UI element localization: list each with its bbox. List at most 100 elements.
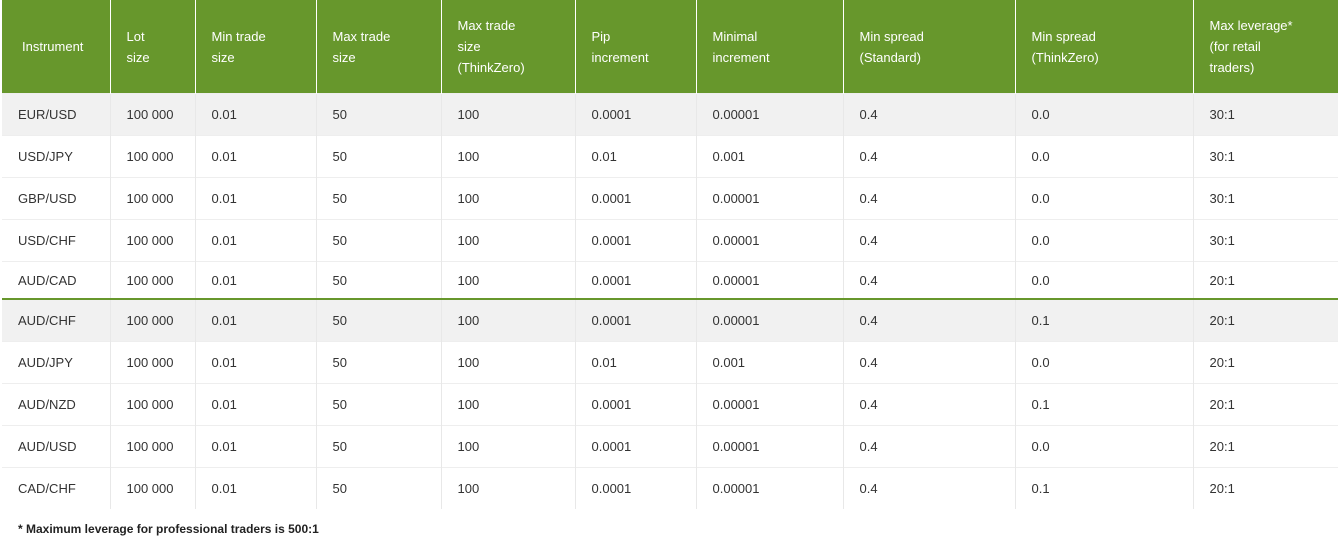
cell-max-trade-size: 50 (316, 341, 442, 384)
cell-min-spread-standard: 0.4 (843, 383, 1016, 426)
cell-max-trade-size-thinkzero: 100 (441, 93, 576, 136)
cell-min-trade-size: 0.01 (195, 383, 317, 426)
cell-minimal-increment: 0.001 (696, 341, 844, 384)
cell-min-spread-standard: 0.4 (843, 298, 1016, 342)
cell-lot-size: 100 000 (110, 298, 196, 342)
cell-max-leverage: 20:1 (1193, 425, 1338, 468)
header-max-leverage: Max leverage* (for retail traders) (1193, 0, 1338, 94)
cell-instrument: AUD/USD (2, 425, 111, 468)
cell-min-spread-thinkzero: 0.0 (1015, 177, 1194, 220)
cell-lot-size: 100 000 (110, 383, 196, 426)
header-min-spread-thinkzero: Min spread (ThinkZero) (1015, 0, 1194, 94)
cell-minimal-increment: 0.00001 (696, 219, 844, 262)
header-lot-size: Lot size (110, 0, 196, 94)
cell-instrument: CAD/CHF (2, 467, 111, 509)
instrument-table: Instrument Lot size Min trade size Max t… (2, 0, 1338, 509)
cell-min-spread-thinkzero: 0.0 (1015, 219, 1194, 262)
table-body: EUR/USD 100 000 0.01 50 100 0.0001 0.00001 0.4 0… (2, 93, 1338, 509)
cell-min-spread-thinkzero: 0.1 (1015, 467, 1194, 509)
cell-lot-size: 100 000 (110, 93, 196, 136)
cell-max-leverage: 30:1 (1193, 135, 1338, 178)
cell-min-spread-thinkzero: 0.1 (1015, 298, 1194, 342)
cell-minimal-increment: 0.00001 (696, 467, 844, 509)
cell-pip-increment: 0.0001 (575, 177, 697, 220)
cell-lot-size: 100 000 (110, 177, 196, 220)
header-pip-increment: Pip increment (575, 0, 697, 94)
cell-pip-increment: 0.01 (575, 135, 697, 178)
cell-min-trade-size: 0.01 (195, 298, 317, 342)
cell-minimal-increment: 0.00001 (696, 261, 844, 299)
cell-max-leverage: 20:1 (1193, 261, 1338, 299)
cell-lot-size: 100 000 (110, 219, 196, 262)
cell-max-trade-size: 50 (316, 177, 442, 220)
cell-max-trade-size: 50 (316, 219, 442, 262)
cell-max-leverage: 20:1 (1193, 383, 1338, 426)
cell-pip-increment: 0.01 (575, 341, 697, 384)
cell-minimal-increment: 0.001 (696, 135, 844, 178)
cell-min-spread-thinkzero: 0.1 (1015, 383, 1194, 426)
cell-min-trade-size: 0.01 (195, 261, 317, 299)
cell-pip-increment: 0.0001 (575, 383, 697, 426)
table-row: EUR/USD 100 000 0.01 50 100 0.0001 0.00001 0.4 0… (2, 93, 1338, 136)
cell-lot-size: 100 000 (110, 341, 196, 384)
cell-instrument: AUD/NZD (2, 383, 111, 426)
cell-min-spread-standard: 0.4 (843, 341, 1016, 384)
table-row: GBP/USD 100 000 0.01 50 100 0.0001 0.00001 0.4 0… (2, 177, 1338, 220)
cell-lot-size: 100 000 (110, 261, 196, 299)
table-row: AUD/JPY 100 000 0.01 50 100 0.01 0.001 0.4 0.0 20… (2, 341, 1338, 384)
cell-min-trade-size: 0.01 (195, 219, 317, 262)
header-instrument: Instrument (2, 0, 111, 94)
cell-max-leverage: 30:1 (1193, 93, 1338, 136)
table-row: AUD/CHF 100 000 0.01 50 100 0.0001 0.00001 0.4 0… (2, 298, 1338, 342)
cell-min-spread-thinkzero: 0.0 (1015, 135, 1194, 178)
cell-pip-increment: 0.0001 (575, 219, 697, 262)
cell-max-trade-size: 50 (316, 298, 442, 342)
cell-pip-increment: 0.0001 (575, 261, 697, 299)
cell-min-spread-thinkzero: 0.0 (1015, 93, 1194, 136)
cell-lot-size: 100 000 (110, 425, 196, 468)
cell-min-spread-thinkzero: 0.0 (1015, 261, 1194, 299)
cell-minimal-increment: 0.00001 (696, 177, 844, 220)
cell-max-trade-size: 50 (316, 261, 442, 299)
cell-min-spread-thinkzero: 0.0 (1015, 341, 1194, 384)
header-minimal-increment: Minimal increment (696, 0, 844, 94)
cell-minimal-increment: 0.00001 (696, 93, 844, 136)
header-min-spread-standard: Min spread (Standard) (843, 0, 1016, 94)
cell-pip-increment: 0.0001 (575, 298, 697, 342)
table-row: CAD/CHF 100 000 0.01 50 100 0.0001 0.00001 0.4 0… (2, 467, 1338, 509)
cell-min-trade-size: 0.01 (195, 135, 317, 178)
cell-minimal-increment: 0.00001 (696, 298, 844, 342)
cell-max-trade-size-thinkzero: 100 (441, 135, 576, 178)
cell-min-trade-size: 0.01 (195, 93, 317, 136)
cell-max-trade-size: 50 (316, 425, 442, 468)
table-row: USD/CHF 100 000 0.01 50 100 0.0001 0.00001 0.4 0… (2, 219, 1338, 262)
cell-max-leverage: 20:1 (1193, 467, 1338, 509)
cell-instrument: GBP/USD (2, 177, 111, 220)
header-max-trade-size: Max trade size (316, 0, 442, 94)
cell-pip-increment: 0.0001 (575, 425, 697, 468)
header-max-trade-size-thinkzero: Max trade size (ThinkZero) (441, 0, 576, 94)
cell-max-trade-size: 50 (316, 93, 442, 136)
leverage-footnote: * Maximum leverage for professional trad… (18, 522, 319, 536)
cell-max-leverage: 30:1 (1193, 177, 1338, 220)
cell-max-trade-size-thinkzero: 100 (441, 425, 576, 468)
cell-min-trade-size: 0.01 (195, 177, 317, 220)
table-row: AUD/CAD 100 000 0.01 50 100 0.0001 0.00001 0.4 0… (2, 261, 1338, 299)
header-min-trade-size: Min trade size (195, 0, 317, 94)
cell-min-trade-size: 0.01 (195, 467, 317, 509)
table-row: AUD/USD 100 000 0.01 50 100 0.0001 0.00001 0.4 0… (2, 425, 1338, 468)
cell-max-leverage: 20:1 (1193, 341, 1338, 384)
cell-lot-size: 100 000 (110, 467, 196, 509)
cell-max-leverage: 30:1 (1193, 219, 1338, 262)
page: Instrument Lot size Min trade size Max t… (0, 0, 1338, 546)
cell-max-trade-size-thinkzero: 100 (441, 341, 576, 384)
cell-instrument: AUD/CHF (2, 298, 111, 342)
cell-max-trade-size-thinkzero: 100 (441, 298, 576, 342)
cell-lot-size: 100 000 (110, 135, 196, 178)
cell-min-spread-standard: 0.4 (843, 219, 1016, 262)
cell-min-spread-standard: 0.4 (843, 135, 1016, 178)
cell-min-spread-thinkzero: 0.0 (1015, 425, 1194, 468)
cell-max-trade-size: 50 (316, 467, 442, 509)
cell-max-trade-size-thinkzero: 100 (441, 219, 576, 262)
cell-max-trade-size: 50 (316, 135, 442, 178)
